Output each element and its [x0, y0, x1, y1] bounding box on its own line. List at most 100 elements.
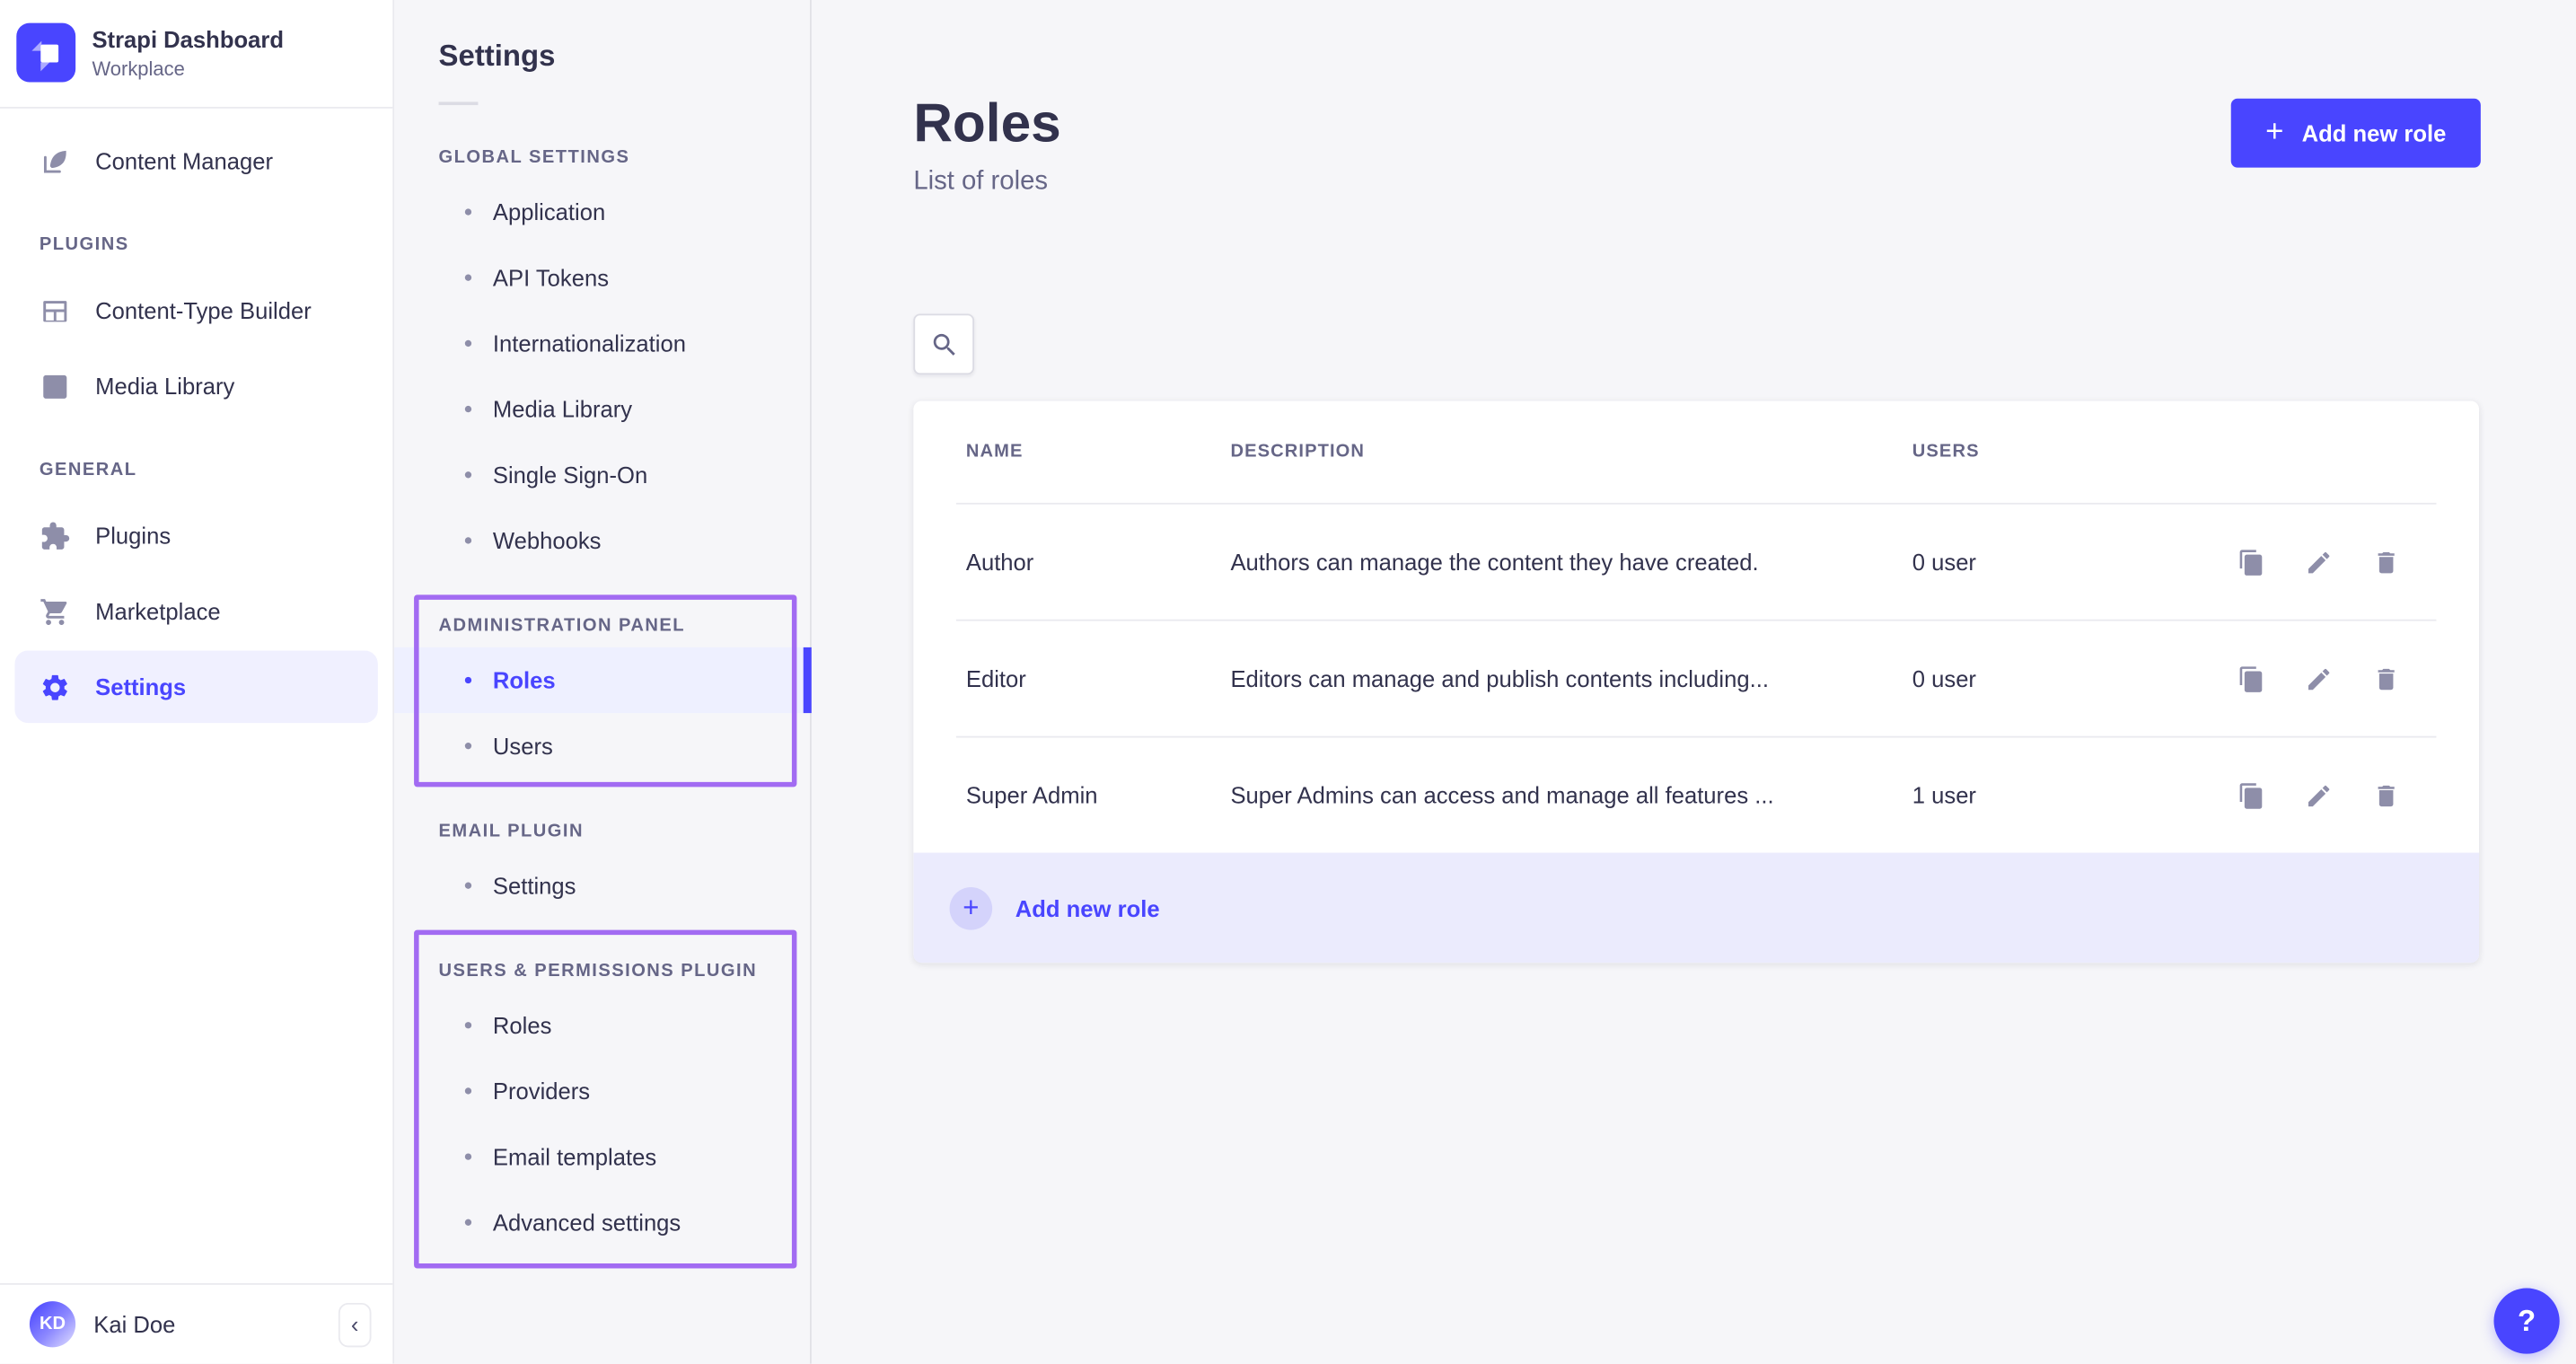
- add-new-role-button[interactable]: + Add new role: [2231, 99, 2481, 168]
- role-users-count: 0 user: [1912, 665, 2238, 691]
- subnav-item-label: API Tokens: [493, 265, 609, 291]
- subnav-item-application[interactable]: Application: [394, 179, 810, 244]
- table-row[interactable]: Super Admin Super Admins can access and …: [913, 738, 2479, 853]
- sidebar-footer: KD Kai Doe ‹: [0, 1283, 392, 1364]
- sidebar-item-content-type-builder[interactable]: Content-Type Builder: [14, 275, 377, 348]
- user-avatar[interactable]: KD: [30, 1301, 75, 1347]
- sidebar-item-media-library[interactable]: Media Library: [14, 350, 377, 423]
- subnav-section-users-permissions-plugin: USERS & PERMISSIONS PLUGIN: [394, 919, 810, 992]
- sidebar-section-general: GENERAL: [0, 426, 392, 499]
- role-users-count: 1 user: [1912, 782, 2238, 808]
- edit-role-button[interactable]: [2305, 548, 2333, 576]
- roles-table-card: NAME DESCRIPTION USERS Author Authors ca…: [913, 400, 2479, 963]
- pencil-icon: [2305, 664, 2333, 692]
- subnav-item-label: Email templates: [493, 1143, 656, 1169]
- subnav-item-media-library[interactable]: Media Library: [394, 376, 810, 442]
- bullet-icon: [465, 340, 471, 347]
- pencil-icon: [2305, 548, 2333, 576]
- subnav-item-single-sign-on[interactable]: Single Sign-On: [394, 442, 810, 507]
- subnav-item-label: Application: [493, 198, 605, 224]
- trash-icon: [2372, 781, 2400, 809]
- role-name: Author: [966, 549, 1231, 575]
- app-title: Strapi Dashboard: [92, 25, 284, 51]
- role-description: Editors can manage and publish contents …: [1230, 665, 1912, 691]
- collapse-sidebar-button[interactable]: ‹: [338, 1302, 372, 1346]
- page-title: Roles: [913, 93, 1060, 153]
- shopping-cart-icon: [40, 595, 71, 627]
- subnav-item-advanced-settings[interactable]: Advanced settings: [394, 1190, 810, 1255]
- search-icon: [929, 330, 959, 359]
- role-name: Editor: [966, 665, 1231, 691]
- sidebar-item-marketplace[interactable]: Marketplace: [14, 575, 377, 647]
- subnav-item-label: Media Library: [493, 396, 632, 422]
- user-name: Kai Doe: [93, 1311, 320, 1337]
- subnav-item-label: Providers: [493, 1078, 590, 1104]
- bullet-icon: [465, 1087, 471, 1094]
- bullet-icon: [465, 1219, 471, 1226]
- column-header-description: DESCRIPTION: [1230, 442, 1912, 462]
- page-header: Roles List of roles: [913, 93, 1060, 198]
- sidebar-item-plugins[interactable]: Plugins: [14, 499, 377, 572]
- role-description: Authors can manage the content they have…: [1230, 549, 1912, 575]
- add-new-role-label: Add new role: [2302, 120, 2447, 146]
- pencil-icon: [2305, 781, 2333, 809]
- strapi-logo-icon: [16, 23, 75, 83]
- subnav-item-email-templates[interactable]: Email templates: [394, 1124, 810, 1190]
- sidebar-item-settings[interactable]: Settings: [14, 651, 377, 724]
- subnav-item-users[interactable]: Users: [394, 713, 810, 779]
- picture-icon: [40, 371, 71, 402]
- subnav-item-label: Roles: [493, 667, 556, 693]
- subnav-item-label: Webhooks: [493, 527, 602, 553]
- search-button[interactable]: [913, 313, 974, 374]
- row-actions: [2238, 781, 2445, 809]
- bullet-icon: [465, 537, 471, 543]
- duplicate-role-button[interactable]: [2238, 664, 2265, 692]
- subnav-item-providers[interactable]: Providers: [394, 1058, 810, 1123]
- subnav-item-roles-up[interactable]: Roles: [394, 992, 810, 1058]
- row-actions: [2238, 664, 2445, 692]
- role-users-count: 0 user: [1912, 549, 2238, 575]
- bullet-icon: [465, 677, 471, 683]
- settings-subnav: Settings GLOBAL SETTINGS Application API…: [394, 0, 812, 1364]
- puzzle-piece-icon: [40, 520, 71, 551]
- subnav-item-roles-admin[interactable]: Roles: [394, 647, 810, 713]
- subnav-item-label: Settings: [493, 873, 576, 899]
- edit-role-button[interactable]: [2305, 664, 2333, 692]
- row-actions: [2238, 548, 2445, 576]
- main-sidebar: Strapi Dashboard Workplace Content Manag…: [0, 0, 394, 1364]
- column-header-name: NAME: [966, 442, 1231, 462]
- trash-icon: [2372, 548, 2400, 576]
- subnav-item-webhooks[interactable]: Webhooks: [394, 507, 810, 573]
- feather-pen-icon: [40, 145, 71, 177]
- bullet-icon: [465, 743, 471, 749]
- role-description: Super Admins can access and manage all f…: [1230, 782, 1912, 808]
- trash-icon: [2372, 664, 2400, 692]
- brand-text: Strapi Dashboard Workplace: [92, 25, 284, 79]
- question-mark-icon: ?: [2518, 1304, 2536, 1337]
- duplicate-role-button[interactable]: [2238, 781, 2265, 809]
- subnav-section-global-settings: GLOBAL SETTINGS: [394, 105, 810, 179]
- role-name: Super Admin: [966, 782, 1231, 808]
- delete-role-button[interactable]: [2372, 548, 2400, 576]
- table-row[interactable]: Editor Editors can manage and publish co…: [913, 621, 2479, 736]
- sidebar-item-label: Content Manager: [95, 148, 273, 174]
- chevron-left-icon: ‹: [351, 1313, 359, 1336]
- sidebar-item-content-manager[interactable]: Content Manager: [14, 125, 377, 198]
- bullet-icon: [465, 208, 471, 215]
- delete-role-button[interactable]: [2372, 664, 2400, 692]
- copy-icon: [2238, 781, 2265, 809]
- subnav-item-api-tokens[interactable]: API Tokens: [394, 245, 810, 311]
- table-row[interactable]: Author Authors can manage the content th…: [913, 505, 2479, 620]
- subnav-item-label: Internationalization: [493, 330, 686, 356]
- duplicate-role-button[interactable]: [2238, 548, 2265, 576]
- sidebar-item-label: Plugins: [95, 523, 171, 549]
- subnav-item-internationalization[interactable]: Internationalization: [394, 311, 810, 376]
- main-content: Roles List of roles + Add new role NAME …: [812, 0, 2576, 1364]
- delete-role-button[interactable]: [2372, 781, 2400, 809]
- workspace-switcher[interactable]: Strapi Dashboard Workplace: [0, 0, 392, 109]
- edit-role-button[interactable]: [2305, 781, 2333, 809]
- copy-icon: [2238, 548, 2265, 576]
- table-add-new-role-row[interactable]: + Add new role: [913, 853, 2479, 964]
- help-button[interactable]: ?: [2493, 1288, 2559, 1353]
- subnav-item-email-settings[interactable]: Settings: [394, 853, 810, 919]
